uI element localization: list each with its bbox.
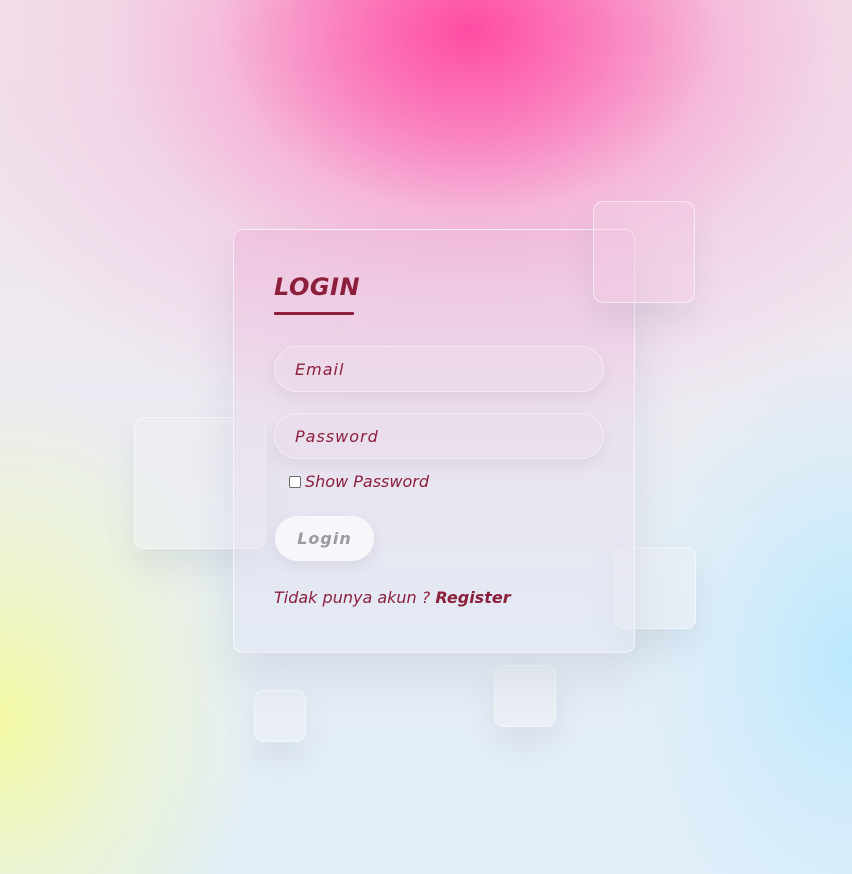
title-underline <box>274 312 354 315</box>
decorative-square <box>494 665 556 727</box>
show-password-label[interactable]: Show Password <box>305 472 429 491</box>
password-input[interactable] <box>274 413 604 459</box>
register-prompt: Tidak punya akun ? Register <box>274 588 511 607</box>
show-password-checkbox[interactable] <box>289 475 301 488</box>
no-account-text: Tidak punya akun ? <box>274 588 431 607</box>
login-button[interactable]: Login <box>275 516 374 561</box>
show-password-row: Show Password <box>289 472 429 491</box>
login-card: LOGIN Show Password Login Tidak punya ak… <box>233 229 635 653</box>
decorative-square <box>593 201 695 303</box>
decorative-square <box>254 690 306 742</box>
register-link[interactable]: Register <box>435 588 510 607</box>
login-title: LOGIN <box>274 273 361 301</box>
email-input[interactable] <box>274 346 604 392</box>
